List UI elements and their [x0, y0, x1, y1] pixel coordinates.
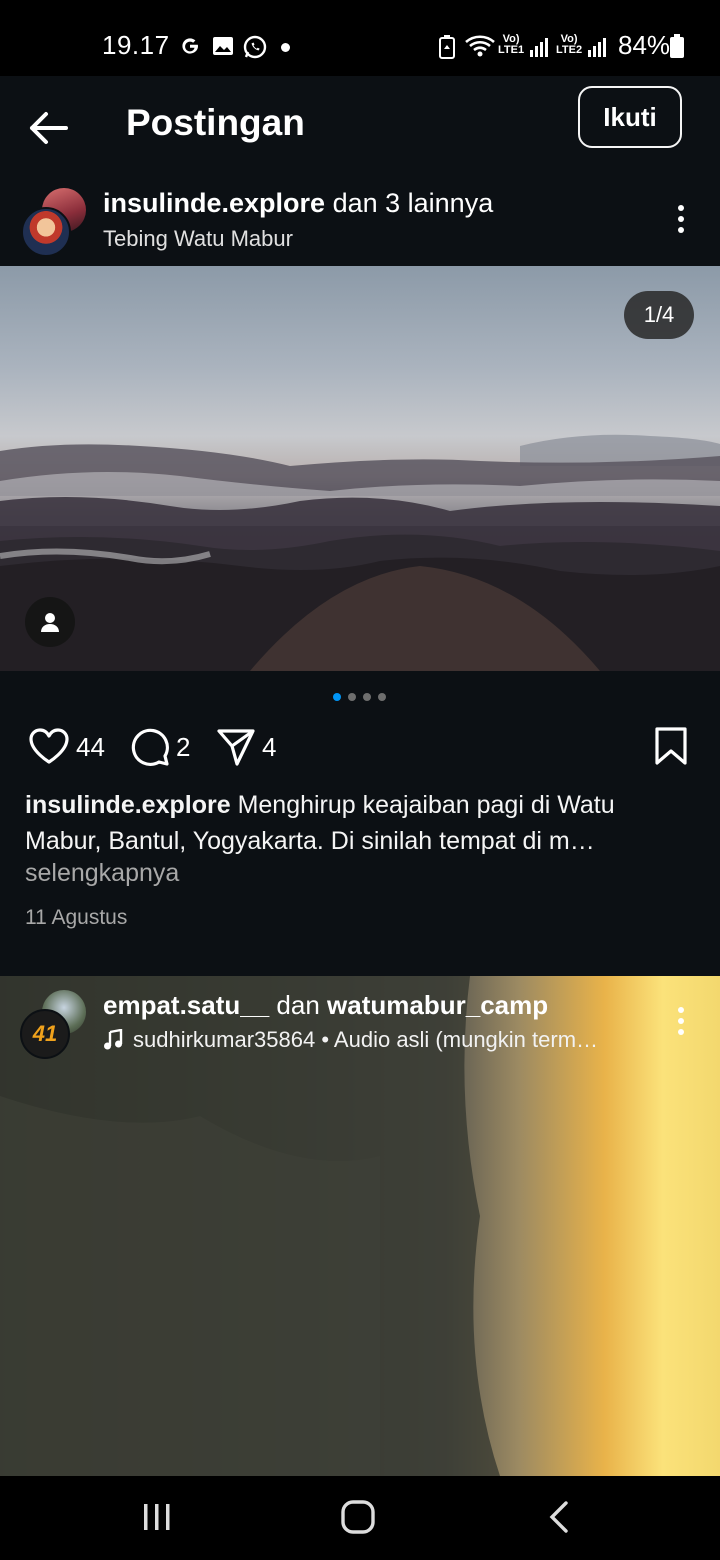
- username-link[interactable]: insulinde.explore: [103, 188, 325, 218]
- person-icon: [41, 613, 59, 632]
- coauthors-label[interactable]: dan 3 lainnya: [333, 188, 494, 218]
- audio-label[interactable]: sudhirkumar35864 • Audio asli (mungkin t…: [133, 1027, 598, 1052]
- follow-button[interactable]: Ikuti: [578, 86, 682, 148]
- gallery-icon: [212, 36, 234, 61]
- more-options-icon[interactable]: [669, 1002, 693, 1042]
- coauthor-link[interactable]: watumabur_camp: [327, 990, 548, 1020]
- like-count[interactable]: 44: [76, 732, 105, 763]
- network2-label: Vo) LTE2: [556, 33, 583, 56]
- home-icon[interactable]: [340, 1499, 376, 1540]
- caption-username[interactable]: insulinde.explore: [25, 791, 231, 819]
- whatsapp-icon: [242, 34, 268, 65]
- system-back-icon[interactable]: [546, 1500, 574, 1539]
- carousel-dot-active: [333, 693, 341, 701]
- page-title: Postingan: [126, 102, 305, 143]
- carousel-dot: [363, 693, 371, 701]
- author-avatar[interactable]: 41: [20, 1009, 70, 1059]
- battery-icon: [670, 34, 684, 63]
- post-image[interactable]: [0, 266, 720, 671]
- author-avatar[interactable]: [21, 207, 71, 257]
- status-time: 19.17: [102, 30, 170, 60]
- back-arrow-icon[interactable]: [24, 104, 72, 152]
- battery-saver-icon: [438, 35, 456, 64]
- recent-apps-icon[interactable]: [142, 1502, 172, 1537]
- share-send-icon[interactable]: [215, 726, 257, 773]
- signal-icon: [587, 36, 609, 63]
- carousel-dot: [348, 693, 356, 701]
- username-link[interactable]: empat.satu__: [103, 990, 269, 1020]
- wifi-icon: [464, 33, 496, 64]
- conjunction-label: dan: [276, 990, 320, 1020]
- signal-icon: [529, 36, 551, 63]
- post-date: 11 Agustus: [25, 906, 128, 929]
- network1-label: Vo) LTE1: [498, 33, 525, 56]
- google-icon: [178, 34, 202, 63]
- post-author[interactable]: insulinde.explore dan 3 lainnya: [103, 188, 493, 219]
- post-author[interactable]: empat.satu__ dan watumabur_camp: [103, 990, 548, 1021]
- music-note-icon: [103, 1028, 123, 1057]
- dot-icon: [281, 43, 290, 52]
- audio-info[interactable]: sudhirkumar35864 • Audio asli (mungkin t…: [103, 1027, 598, 1053]
- image-counter: 1/4: [624, 291, 694, 339]
- battery-percentage: 84%: [618, 30, 671, 60]
- see-more-link[interactable]: selengkapnya: [25, 859, 179, 888]
- bookmark-icon[interactable]: [654, 726, 688, 771]
- more-options-icon[interactable]: [669, 200, 693, 240]
- comment-icon[interactable]: [129, 726, 171, 773]
- comment-count[interactable]: 2: [176, 732, 190, 763]
- carousel-dot: [378, 693, 386, 701]
- location-link[interactable]: Tebing Watu Mabur: [103, 226, 293, 252]
- share-count[interactable]: 4: [262, 732, 276, 763]
- like-heart-icon[interactable]: [27, 726, 71, 771]
- tagged-people-button[interactable]: [25, 597, 75, 647]
- post-caption[interactable]: insulinde.explore Menghirup keajaiban pa…: [25, 787, 695, 859]
